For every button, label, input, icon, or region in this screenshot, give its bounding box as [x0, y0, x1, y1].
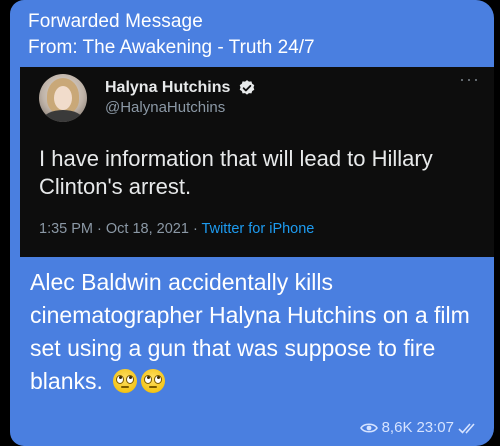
tweet-handle: @HalynaHutchins [105, 99, 226, 116]
meta-separator: · [188, 221, 202, 237]
forwarded-from-prefix: From: [28, 37, 83, 58]
verified-badge-icon [239, 80, 255, 95]
rolling-eyes-emoji-icon [141, 369, 166, 393]
more-horizontal-icon: ··· [459, 69, 480, 89]
tweet-meta: 1:35 PM · Oct 18, 2021 · Twitter for iPh… [39, 221, 314, 237]
message-text: Alec Baldwin accidentally kills cinemato… [30, 266, 485, 398]
tweet-screenshot[interactable]: Halyna Hutchins @HalynaHutchins ··· I ha… [20, 67, 494, 257]
avatar [39, 74, 87, 122]
message-time: 23:07 [416, 419, 454, 436]
forwarded-channel-link[interactable]: The Awakening - Truth 24/7 [83, 37, 315, 58]
message-bubble[interactable]: Forwarded Message From: The Awakening - … [10, 0, 494, 446]
double-check-icon [458, 422, 475, 434]
tweet-text: I have information that will lead to Hil… [39, 146, 433, 199]
meta-separator: · [93, 221, 106, 237]
eye-icon [359, 422, 378, 433]
forwarded-header: Forwarded Message [28, 11, 203, 32]
tweet-display-name: Halyna Hutchins [105, 79, 231, 96]
tweet-source: Twitter for iPhone [201, 221, 315, 237]
forwarded-from: From: The Awakening - Truth 24/7 [28, 37, 315, 59]
tweet-time: 1:35 PM [39, 221, 93, 237]
message-footer: 8,6K 23:07 [359, 419, 478, 436]
tweet-date: Oct 18, 2021 [105, 221, 189, 237]
view-count: 8,6K [381, 419, 413, 436]
message-body: Alec Baldwin accidentally kills cinemato… [30, 269, 470, 394]
rolling-eyes-emoji-icon [113, 369, 138, 393]
